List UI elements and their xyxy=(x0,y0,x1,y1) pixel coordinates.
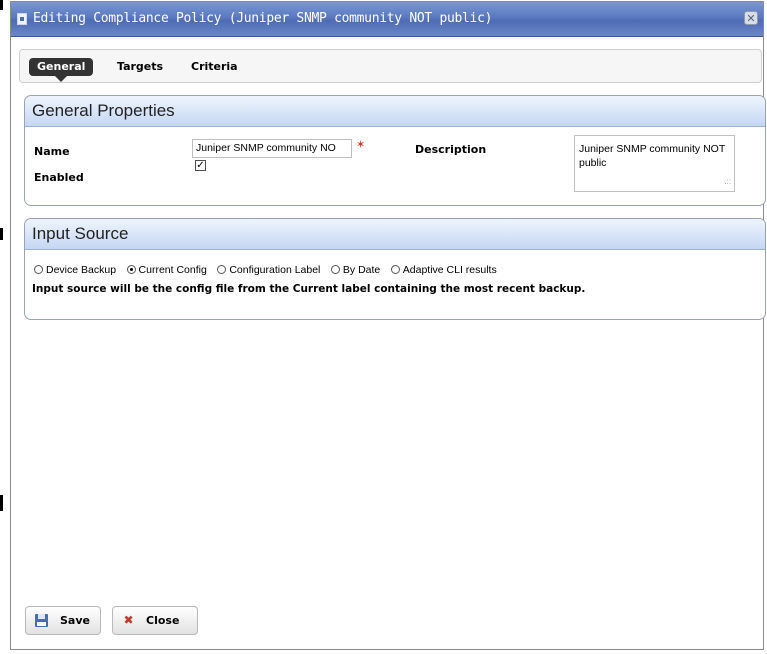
radio-icon xyxy=(34,265,43,274)
name-field[interactable]: Juniper SNMP community NO xyxy=(192,139,352,158)
save-button[interactable]: Save xyxy=(25,606,101,635)
radio-by-date[interactable]: By Date xyxy=(330,264,381,276)
radio-label: Device Backup xyxy=(46,264,117,276)
close-button[interactable]: ✖ Close xyxy=(112,606,198,635)
tab-bar: General Targets Criteria xyxy=(19,49,762,83)
enabled-checkbox[interactable]: ✓ xyxy=(195,160,206,171)
input-source-info: Input source will be the config file fro… xyxy=(32,283,586,295)
radio-label: By Date xyxy=(342,264,381,276)
title-bar[interactable]: Editing Compliance Policy (Juniper SNMP … xyxy=(11,2,763,37)
floppy-disk-icon xyxy=(35,614,48,627)
desktop-edge xyxy=(0,228,3,240)
radio-current-config[interactable]: Current Config xyxy=(126,264,207,276)
panel-heading: Input Source xyxy=(25,219,765,250)
enabled-label: Enabled xyxy=(34,171,84,184)
pin-icon: ✶ xyxy=(356,138,366,151)
description-text: Juniper SNMP community NOT public xyxy=(579,143,726,169)
panel-heading: General Properties xyxy=(25,96,765,127)
radio-adaptive-cli-results[interactable]: Adaptive CLI results xyxy=(390,264,497,276)
window-title: Editing Compliance Policy (Juniper SNMP … xyxy=(33,11,493,26)
radio-icon xyxy=(217,265,227,274)
close-label: Close xyxy=(146,614,180,627)
x-icon: ✖ xyxy=(123,613,134,627)
name-label: Name xyxy=(34,145,70,158)
tab-general[interactable]: General xyxy=(29,58,94,82)
close-window-button[interactable]: ✕ xyxy=(744,11,758,25)
input-source-options: Device Backup Current Config Configurati… xyxy=(34,263,504,277)
dialog-window: Editing Compliance Policy (Juniper SNMP … xyxy=(10,1,766,650)
radio-label: Current Config xyxy=(138,264,207,276)
radio-label: Adaptive CLI results xyxy=(402,264,497,276)
description-label: Description xyxy=(415,143,487,156)
radio-icon xyxy=(330,265,340,274)
tab-targets[interactable]: Targets xyxy=(109,58,171,76)
general-properties-panel: General Properties Name Juniper SNMP com… xyxy=(24,95,766,206)
tab-criteria[interactable]: Criteria xyxy=(183,58,246,76)
input-source-panel: Input Source Device Backup Current Confi… xyxy=(24,218,766,320)
radio-label: Configuration Label xyxy=(229,264,321,276)
description-textarea[interactable]: Juniper SNMP community NOT public .:: xyxy=(574,135,735,192)
desktop-edge xyxy=(0,0,3,10)
radio-selected-icon xyxy=(126,265,136,274)
radio-icon xyxy=(390,265,400,274)
document-icon xyxy=(17,13,27,25)
radio-configuration-label[interactable]: Configuration Label xyxy=(217,264,320,276)
desktop-edge xyxy=(0,495,3,511)
save-label: Save xyxy=(60,614,90,627)
resize-grip-icon[interactable]: .:: xyxy=(724,175,731,189)
radio-device-backup[interactable]: Device Backup xyxy=(34,264,116,276)
